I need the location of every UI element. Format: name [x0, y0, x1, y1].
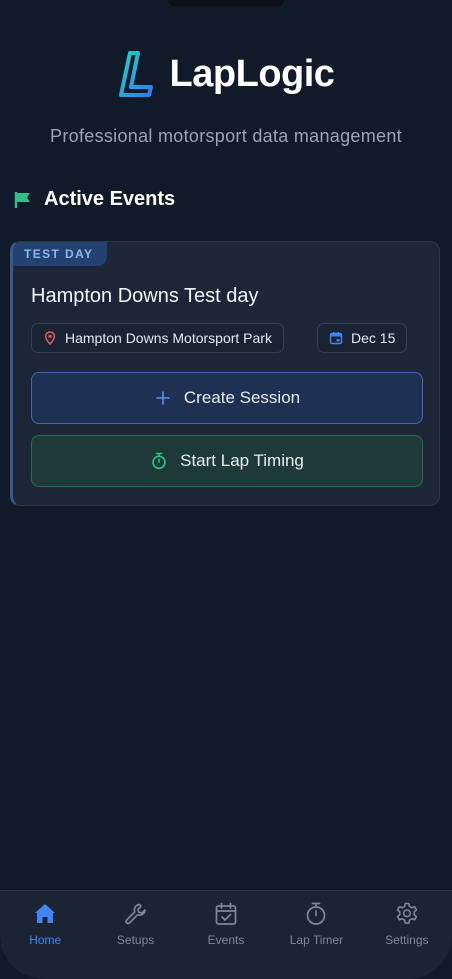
tab-settings[interactable]: Settings [362, 891, 452, 979]
home-icon [35, 904, 56, 923]
start-lap-timing-label: Start Lap Timing [180, 451, 304, 470]
stopwatch-icon [307, 902, 326, 925]
event-type-badge: TEST DAY [13, 242, 108, 266]
event-location-chip: Hampton Downs Motorsport Park [31, 323, 284, 353]
create-session-label: Create Session [183, 388, 301, 407]
app-header: LapLogic [0, 50, 452, 98]
stopwatch-icon [152, 452, 166, 470]
calendar-check-icon [215, 902, 237, 925]
gear-icon [396, 902, 418, 924]
tab-lap-timer[interactable]: Lap Timer [271, 891, 361, 979]
tagline: Professional motorsport data management [50, 126, 402, 146]
flag-icon [14, 191, 30, 208]
tab-setups[interactable]: Setups [90, 891, 180, 979]
status-notch [168, 0, 284, 6]
tab-lap-timer-label: Lap Timer [289, 933, 344, 947]
active-events-header: Active Events [14, 188, 175, 211]
event-date: Dec 15 [351, 330, 396, 346]
tab-settings-label: Settings [385, 933, 429, 947]
tab-home-label: Home [29, 933, 62, 947]
event-title: Hampton Downs Test day [31, 285, 259, 307]
wrench-icon [124, 903, 146, 925]
event-card[interactable]: TEST DAY Hampton Downs Test day Hampton … [10, 241, 440, 506]
create-session-button[interactable]: Create Session [31, 372, 423, 424]
tab-events-label: Events [207, 933, 245, 947]
plus-icon [156, 391, 170, 405]
section-title: Active Events [44, 188, 176, 210]
tab-setups-label: Setups [116, 933, 155, 947]
bottom-tab-bar: Home Setups Events Lap Timer Settings [0, 890, 452, 979]
tab-events[interactable]: Events [181, 891, 271, 979]
location-pin-icon [44, 331, 56, 345]
tab-home[interactable]: Home [0, 891, 90, 979]
start-lap-timing-button[interactable]: Start Lap Timing [31, 435, 423, 487]
laplogic-logo-icon [118, 51, 153, 97]
event-date-chip: Dec 15 [317, 323, 408, 353]
calendar-icon [329, 332, 343, 345]
event-location: Hampton Downs Motorsport Park [65, 330, 272, 346]
app-name: LapLogic [169, 52, 335, 95]
